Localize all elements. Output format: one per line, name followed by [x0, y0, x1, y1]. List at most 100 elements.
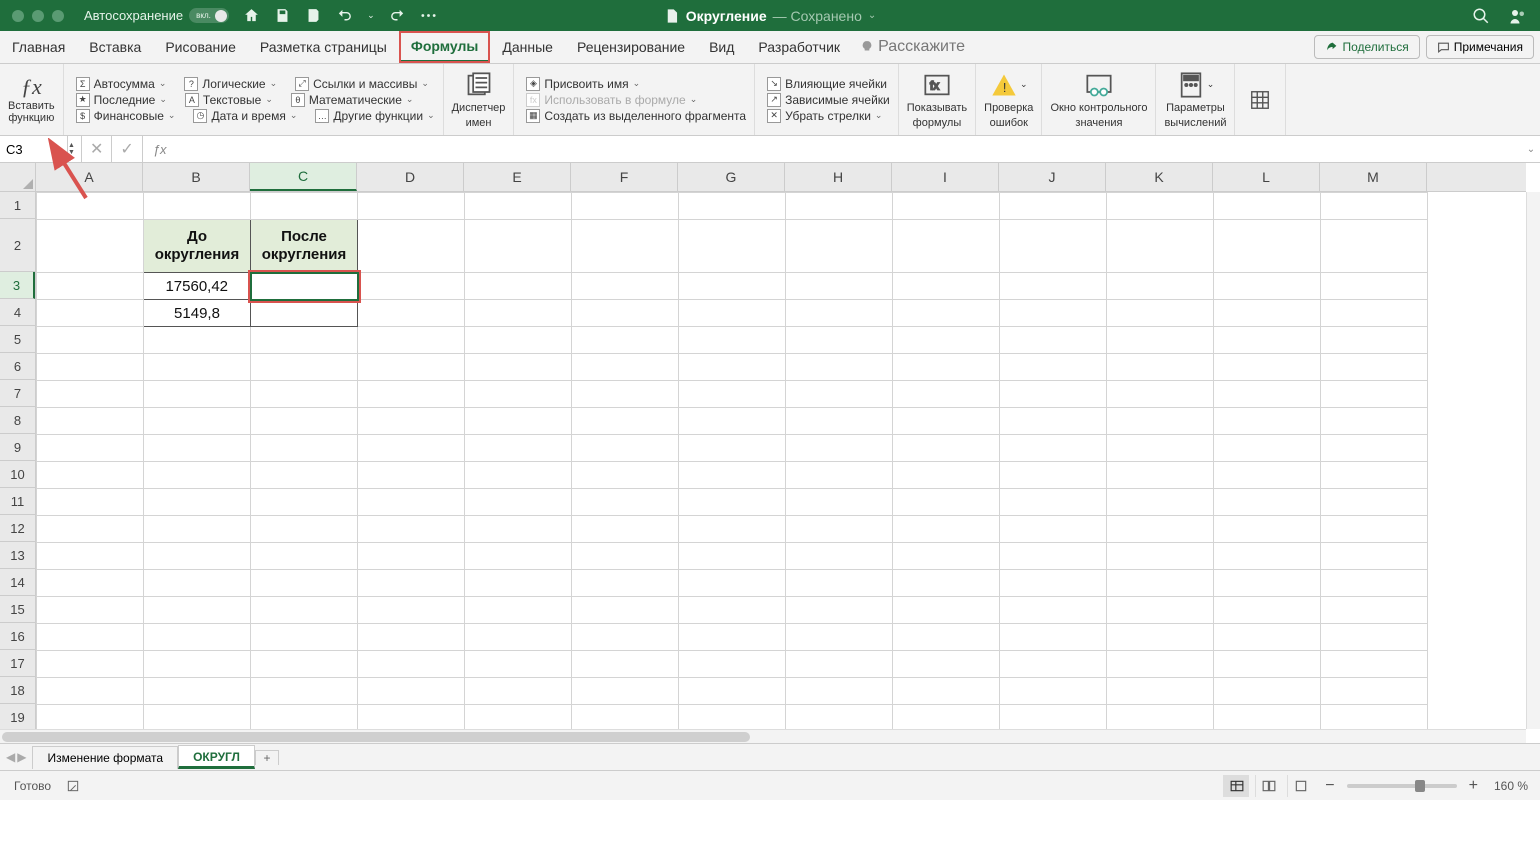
zoom-level[interactable]: 160 %: [1494, 779, 1528, 793]
cell-J3[interactable]: [1000, 273, 1107, 300]
cell-G4[interactable]: [679, 300, 786, 327]
cell-I19[interactable]: [893, 705, 1000, 732]
cell-J8[interactable]: [1000, 408, 1107, 435]
cell-B17[interactable]: [144, 651, 251, 678]
cell-C11[interactable]: [251, 489, 358, 516]
row-header-6[interactable]: 6: [0, 353, 35, 380]
cell-C1[interactable]: [251, 193, 358, 220]
cell-C4[interactable]: [251, 300, 358, 327]
cancel-formula-icon[interactable]: ✕: [82, 136, 112, 162]
cell-H7[interactable]: [786, 381, 893, 408]
cell-M8[interactable]: [1321, 408, 1428, 435]
cell-C3[interactable]: [251, 273, 358, 300]
cell-F8[interactable]: [572, 408, 679, 435]
cell-I2[interactable]: [893, 220, 1000, 273]
cell-L12[interactable]: [1214, 516, 1321, 543]
cell-M2[interactable]: [1321, 220, 1428, 273]
cell-K8[interactable]: [1107, 408, 1214, 435]
cell-F2[interactable]: [572, 220, 679, 273]
row-headers[interactable]: 12345678910111213141516171819: [0, 192, 36, 729]
cell-A1[interactable]: [37, 193, 144, 220]
cell-H12[interactable]: [786, 516, 893, 543]
cell-L18[interactable]: [1214, 678, 1321, 705]
column-header-C[interactable]: C: [250, 163, 357, 191]
cell-E17[interactable]: [465, 651, 572, 678]
cell-H10[interactable]: [786, 462, 893, 489]
cell-L13[interactable]: [1214, 543, 1321, 570]
cell-I12[interactable]: [893, 516, 1000, 543]
cell-I8[interactable]: [893, 408, 1000, 435]
cell-B15[interactable]: [144, 597, 251, 624]
row-header-19[interactable]: 19: [0, 704, 35, 731]
zoom-out-button[interactable]: −: [1319, 777, 1340, 795]
cell-J9[interactable]: [1000, 435, 1107, 462]
define-name-button[interactable]: ◈Присвоить имя⌄: [526, 77, 746, 91]
horizontal-scrollbar-thumb[interactable]: [2, 732, 750, 742]
view-page-break-button[interactable]: [1287, 775, 1313, 797]
cell-B9[interactable]: [144, 435, 251, 462]
cell-A16[interactable]: [37, 624, 144, 651]
cell-J12[interactable]: [1000, 516, 1107, 543]
cell-B2[interactable]: До округления: [144, 220, 251, 273]
cell-F17[interactable]: [572, 651, 679, 678]
cell-G1[interactable]: [679, 193, 786, 220]
row-header-18[interactable]: 18: [0, 677, 35, 704]
watch-window-button[interactable]: Окно контрольного значения: [1042, 64, 1156, 135]
row-header-1[interactable]: 1: [0, 192, 35, 219]
date-time-button[interactable]: ◷Дата и время⌄: [193, 109, 297, 123]
cell-K14[interactable]: [1107, 570, 1214, 597]
cell-K18[interactable]: [1107, 678, 1214, 705]
tab-view[interactable]: Вид: [697, 31, 746, 63]
cell-C19[interactable]: [251, 705, 358, 732]
cell-J19[interactable]: [1000, 705, 1107, 732]
cell-I16[interactable]: [893, 624, 1000, 651]
cell-G8[interactable]: [679, 408, 786, 435]
row-header-14[interactable]: 14: [0, 569, 35, 596]
cell-K5[interactable]: [1107, 327, 1214, 354]
column-header-H[interactable]: H: [785, 163, 892, 191]
cell-J5[interactable]: [1000, 327, 1107, 354]
row-header-5[interactable]: 5: [0, 326, 35, 353]
cell-M16[interactable]: [1321, 624, 1428, 651]
cell-I15[interactable]: [893, 597, 1000, 624]
cell-F13[interactable]: [572, 543, 679, 570]
cell-B7[interactable]: [144, 381, 251, 408]
cell-H15[interactable]: [786, 597, 893, 624]
cell-G14[interactable]: [679, 570, 786, 597]
cell-E13[interactable]: [465, 543, 572, 570]
cell-M15[interactable]: [1321, 597, 1428, 624]
cell-B19[interactable]: [144, 705, 251, 732]
cell-K17[interactable]: [1107, 651, 1214, 678]
tab-home[interactable]: Главная: [0, 31, 77, 63]
cell-K6[interactable]: [1107, 354, 1214, 381]
cell-D6[interactable]: [358, 354, 465, 381]
cell-K13[interactable]: [1107, 543, 1214, 570]
column-header-E[interactable]: E: [464, 163, 571, 191]
math-trig-button[interactable]: θМатематические⌄: [291, 93, 414, 107]
cell-I13[interactable]: [893, 543, 1000, 570]
view-page-layout-button[interactable]: [1255, 775, 1281, 797]
error-checking-button[interactable]: !⌄ Проверка ошибок: [976, 64, 1042, 135]
cell-B11[interactable]: [144, 489, 251, 516]
cell-D2[interactable]: [358, 220, 465, 273]
cell-E4[interactable]: [465, 300, 572, 327]
cell-M3[interactable]: [1321, 273, 1428, 300]
cell-D10[interactable]: [358, 462, 465, 489]
name-box-stepper[interactable]: ▲▼: [68, 136, 82, 162]
cell-A12[interactable]: [37, 516, 144, 543]
cell-A7[interactable]: [37, 381, 144, 408]
cell-D8[interactable]: [358, 408, 465, 435]
trace-dependents-button[interactable]: ↗Зависимые ячейки: [767, 93, 890, 107]
cell-A11[interactable]: [37, 489, 144, 516]
cell-D3[interactable]: [358, 273, 465, 300]
show-formulas-button[interactable]: fx Показывать формулы: [899, 64, 976, 135]
financial-button[interactable]: $Финансовые⌄: [76, 109, 176, 123]
more-icon[interactable]: [420, 13, 437, 18]
cell-A6[interactable]: [37, 354, 144, 381]
cell-G19[interactable]: [679, 705, 786, 732]
close-window-icon[interactable]: [12, 10, 24, 22]
cell-I14[interactable]: [893, 570, 1000, 597]
cell-B10[interactable]: [144, 462, 251, 489]
cell-F16[interactable]: [572, 624, 679, 651]
autosum-button[interactable]: ΣАвтосумма⌄: [76, 77, 167, 91]
